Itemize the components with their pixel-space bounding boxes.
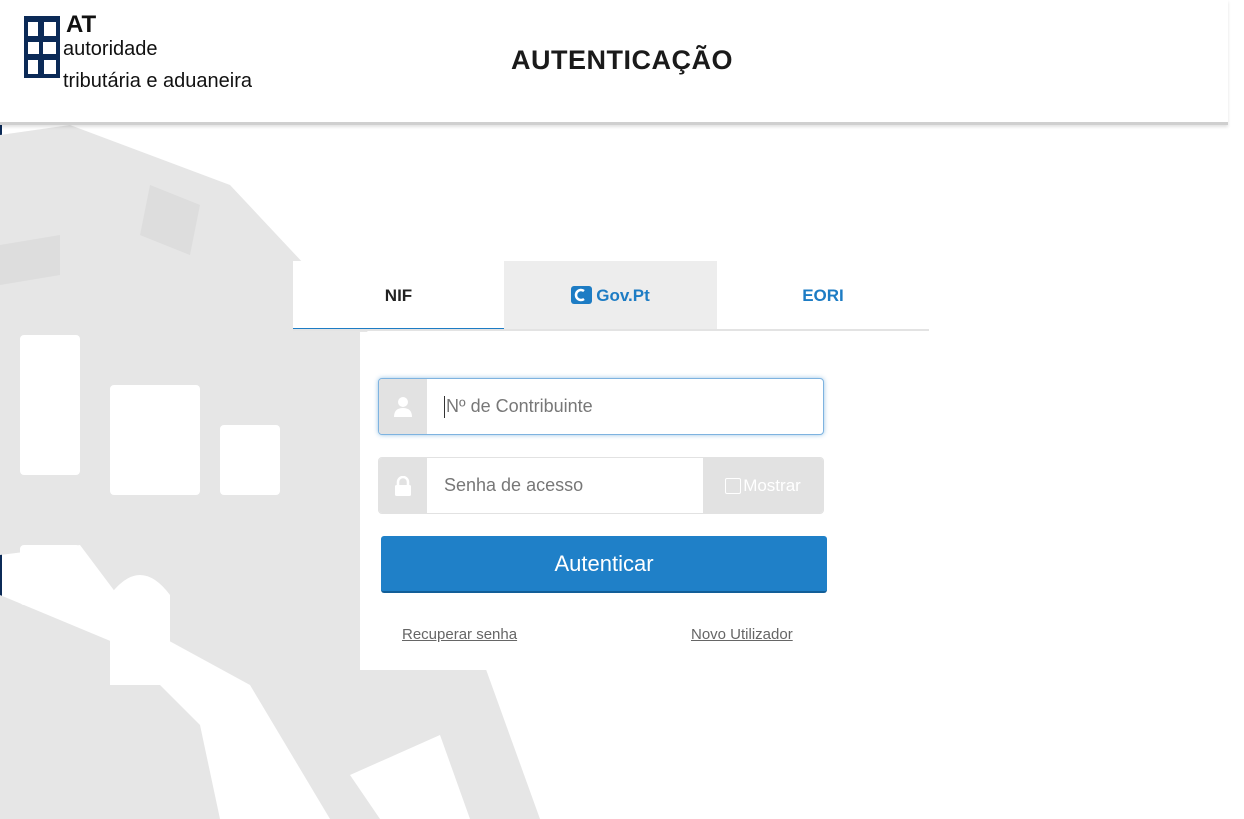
tab-eori[interactable]: EORI (717, 261, 929, 331)
app-header: AT autoridade tributária e aduaneira AUT… (0, 0, 1228, 125)
page-title: AUTENTICAÇÃO (511, 45, 733, 75)
user-icon (394, 396, 412, 417)
tab-govpt[interactable]: Gov.Pt (504, 261, 717, 331)
nif-field-addon (379, 379, 427, 434)
checkbox-icon[interactable] (725, 477, 742, 494)
password-placeholder: Senha de acesso (444, 475, 584, 495)
nif-field[interactable]: Nº de Contribuinte (378, 378, 824, 435)
logo-abbreviation: AT (66, 11, 97, 38)
new-user-link[interactable]: Novo Utilizador (691, 626, 793, 643)
lock-icon (395, 475, 411, 496)
authenticate-button[interactable]: Autenticar (381, 536, 827, 593)
tab-eori-label: EORI (802, 286, 844, 305)
text-caret (444, 395, 445, 418)
auth-method-tabs: NIF Gov.Pt EORI (293, 261, 929, 331)
nif-input[interactable]: Nº de Contribuinte (444, 379, 593, 434)
tabs-divider (293, 329, 929, 331)
password-field-addon (379, 458, 427, 513)
nif-placeholder: Nº de Contribuinte (446, 396, 593, 416)
password-field[interactable]: Senha de acesso Mostrar (378, 457, 824, 514)
show-password-toggle[interactable]: Mostrar (703, 458, 823, 513)
tab-govpt-label: Gov.Pt (596, 286, 650, 305)
tab-nif[interactable]: NIF (293, 261, 504, 331)
govpt-logo-icon (571, 286, 593, 304)
password-input[interactable]: Senha de acesso (444, 458, 583, 513)
tab-nif-label: NIF (384, 286, 413, 305)
recover-password-link[interactable]: Recuperar senha (402, 626, 517, 643)
show-password-label: Mostrar (743, 475, 801, 495)
